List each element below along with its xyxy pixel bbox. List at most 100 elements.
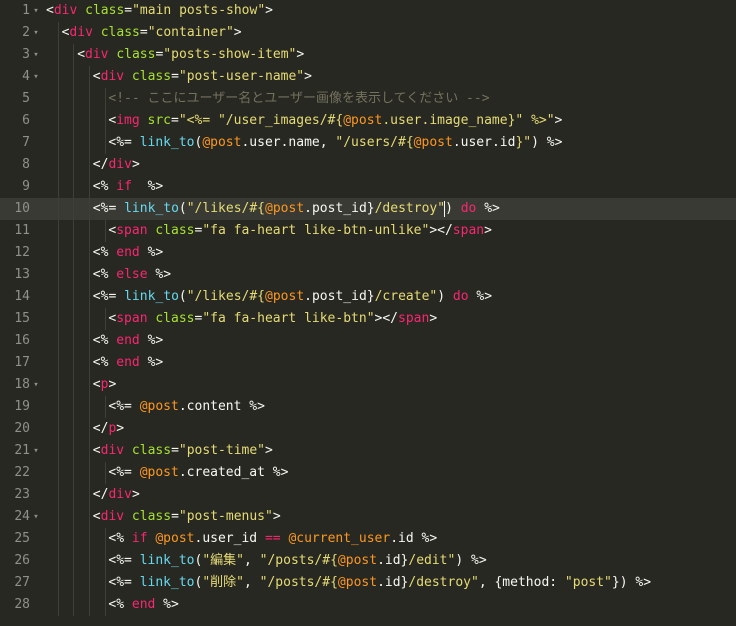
code-line[interactable]: 8 </div> bbox=[0, 154, 736, 176]
indent-guide bbox=[73, 572, 75, 594]
fold-arrow-icon[interactable]: ▾ bbox=[31, 440, 41, 462]
code-text[interactable]: </div> bbox=[93, 484, 140, 506]
code-line[interactable]: 21 ▾ <div class="post-time"> bbox=[0, 440, 736, 462]
fold-arrow-icon[interactable]: ▾ bbox=[31, 374, 41, 396]
code-line[interactable]: 22 <%= @post.created_at %> bbox=[0, 462, 736, 484]
code-text[interactable]: <% end %> bbox=[93, 242, 163, 264]
indent-guide bbox=[104, 308, 106, 330]
code-line[interactable]: 11 <span class="fa fa-heart like-btn-unli… bbox=[0, 220, 736, 242]
indent-guide bbox=[73, 198, 75, 220]
code-line[interactable]: 28 <% end %> bbox=[0, 594, 736, 616]
code-text[interactable]: <span class="fa fa-heart like-btn"></spa… bbox=[108, 308, 437, 330]
fold-arrow-icon[interactable]: ▾ bbox=[31, 0, 41, 22]
fold-arrow-icon[interactable]: ▾ bbox=[31, 506, 41, 528]
code-text[interactable]: <%= @post.content %> bbox=[108, 396, 265, 418]
indent-guide bbox=[57, 286, 59, 308]
code-text[interactable]: <%= link_to("/likes/#{@post.post_id}/cre… bbox=[93, 286, 492, 308]
code-token: > bbox=[272, 509, 281, 524]
indent-guide bbox=[73, 154, 75, 176]
code-text[interactable]: </p> bbox=[93, 418, 124, 440]
code-text[interactable]: <span class="fa fa-heart like-btn-unlike… bbox=[108, 220, 492, 242]
indent-guide bbox=[89, 330, 90, 352]
code-text[interactable]: </div> bbox=[93, 154, 140, 176]
line-number: 16 bbox=[14, 333, 30, 348]
code-line[interactable]: 13 <% else %> bbox=[0, 264, 736, 286]
indent-guide bbox=[89, 154, 90, 176]
code-token: class bbox=[124, 443, 172, 458]
code-token: @post bbox=[265, 201, 305, 216]
code-token: div bbox=[100, 443, 125, 458]
code-line[interactable]: 4 ▾ <div class="post-user-name"> bbox=[0, 66, 736, 88]
code-line[interactable]: 5 <!-- ここにユーザー名とユーザー画像を表示してください --> bbox=[0, 88, 736, 110]
code-token: "post-time" bbox=[178, 443, 265, 458]
code-text[interactable]: <img src="<%= "/user_images/#{@post.user… bbox=[108, 110, 562, 132]
code-text[interactable]: <%= @post.created_at %> bbox=[108, 462, 288, 484]
code-token: %> bbox=[139, 333, 164, 348]
code-line[interactable]: 23 </div> bbox=[0, 484, 736, 506]
code-line[interactable]: 27 <%= link_to("削除", "/posts/#{@post.id}/… bbox=[0, 572, 736, 594]
code-token: ) bbox=[437, 289, 453, 304]
code-line[interactable]: 19 <%= @post.content %> bbox=[0, 396, 736, 418]
indent-guide bbox=[104, 550, 106, 572]
code-token: do bbox=[460, 201, 477, 216]
code-line[interactable]: 18 ▾ <p> bbox=[0, 374, 736, 396]
code-line[interactable]: 7 <%= link_to(@post.user.name, "/users/#{… bbox=[0, 132, 736, 154]
code-line[interactable]: 25 <% if @post.user_id == @current_user.i… bbox=[0, 528, 736, 550]
code-line[interactable]: 26 <%= link_to("編集", "/posts/#{@post.id}/… bbox=[0, 550, 736, 572]
code-token: end bbox=[116, 355, 140, 370]
code-text[interactable]: <div class="posts-show-item"> bbox=[77, 44, 304, 66]
indent-guide bbox=[57, 22, 59, 44]
code-text[interactable]: <%= link_to("/likes/#{@post.post_id}/des… bbox=[93, 198, 500, 220]
code-line[interactable]: 17 <% end %> bbox=[0, 352, 736, 374]
indent-guide bbox=[89, 220, 90, 242]
code-text[interactable]: <% else %> bbox=[93, 264, 171, 286]
code-editor[interactable]: 1 ▾ <div class="main posts-show"> 2 ▾ <div cl… bbox=[0, 0, 736, 626]
code-token: "<%= "/user_images/#{ bbox=[178, 113, 344, 128]
code-line[interactable]: 3 ▾ <div class="posts-show-item"> bbox=[0, 44, 736, 66]
code-token: "post" bbox=[564, 575, 612, 590]
code-line[interactable]: 20 </p> bbox=[0, 418, 736, 440]
code-line[interactable]: 1 ▾ <div class="main posts-show"> bbox=[0, 0, 736, 22]
line-number: 28 bbox=[14, 597, 30, 612]
indent-guide bbox=[89, 242, 90, 264]
code-text[interactable]: <%= link_to("削除", "/posts/#{@post.id}/de… bbox=[108, 572, 651, 594]
code-line[interactable]: 15 <span class="fa fa-heart like-btn"></s… bbox=[0, 308, 736, 330]
code-text[interactable]: <p> bbox=[93, 374, 116, 396]
code-line[interactable]: 9 <% if %> bbox=[0, 176, 736, 198]
code-text[interactable]: <div class="main posts-show"> bbox=[46, 0, 273, 22]
line-number: 5 bbox=[22, 91, 30, 106]
indent-guide bbox=[73, 352, 75, 374]
code-token: %> bbox=[147, 267, 172, 282]
code-line[interactable]: 10 <%= link_to("/likes/#{@post.post_id}/d… bbox=[0, 198, 736, 220]
code-text[interactable]: <div class="post-menus"> bbox=[93, 506, 281, 528]
code-text[interactable]: <% if %> bbox=[93, 176, 163, 198]
code-text[interactable]: <%= link_to(@post.user.name, "/users/#{@… bbox=[108, 132, 562, 154]
fold-arrow-icon[interactable]: ▾ bbox=[31, 22, 41, 44]
code-token: }" bbox=[515, 135, 532, 150]
fold-arrow-icon[interactable]: ▾ bbox=[31, 44, 41, 66]
code-token: <%= bbox=[92, 201, 125, 216]
code-text[interactable]: <% end %> bbox=[108, 594, 178, 616]
code-line[interactable]: 12 <% end %> bbox=[0, 242, 736, 264]
code-text[interactable]: <div class="post-time"> bbox=[93, 440, 273, 462]
code-text[interactable]: <div class="container"> bbox=[62, 22, 242, 44]
fold-arrow-icon[interactable]: ▾ bbox=[31, 66, 41, 88]
code-text[interactable]: <!-- ここにユーザー名とユーザー画像を表示してください --> bbox=[108, 88, 489, 110]
code-line[interactable]: 14 <%= link_to("/likes/#{@post.post_id}/c… bbox=[0, 286, 736, 308]
code-token: > bbox=[484, 223, 492, 238]
indent-guide bbox=[57, 242, 59, 264]
code-text[interactable]: <%= link_to("編集", "/posts/#{@post.id}/ed… bbox=[108, 550, 486, 572]
code-token: div bbox=[100, 509, 125, 524]
code-line[interactable]: 2 ▾ <div class="container"> bbox=[0, 22, 736, 44]
indent-guide bbox=[73, 66, 75, 88]
code-text[interactable]: <% if @post.user_id == @current_user.id … bbox=[108, 528, 437, 550]
indent-guide bbox=[73, 374, 75, 396]
code-text[interactable]: <% end %> bbox=[93, 330, 163, 352]
code-line[interactable]: 16 <% end %> bbox=[0, 330, 736, 352]
code-line[interactable]: 24 ▾ <div class="post-menus"> bbox=[0, 506, 736, 528]
indent-guide bbox=[73, 330, 75, 352]
indent-guide bbox=[73, 462, 75, 484]
code-text[interactable]: <div class="post-user-name"> bbox=[93, 66, 312, 88]
code-text[interactable]: <% end %> bbox=[93, 352, 163, 374]
code-line[interactable]: 6 <img src="<%= "/user_images/#{@post.use… bbox=[0, 110, 736, 132]
